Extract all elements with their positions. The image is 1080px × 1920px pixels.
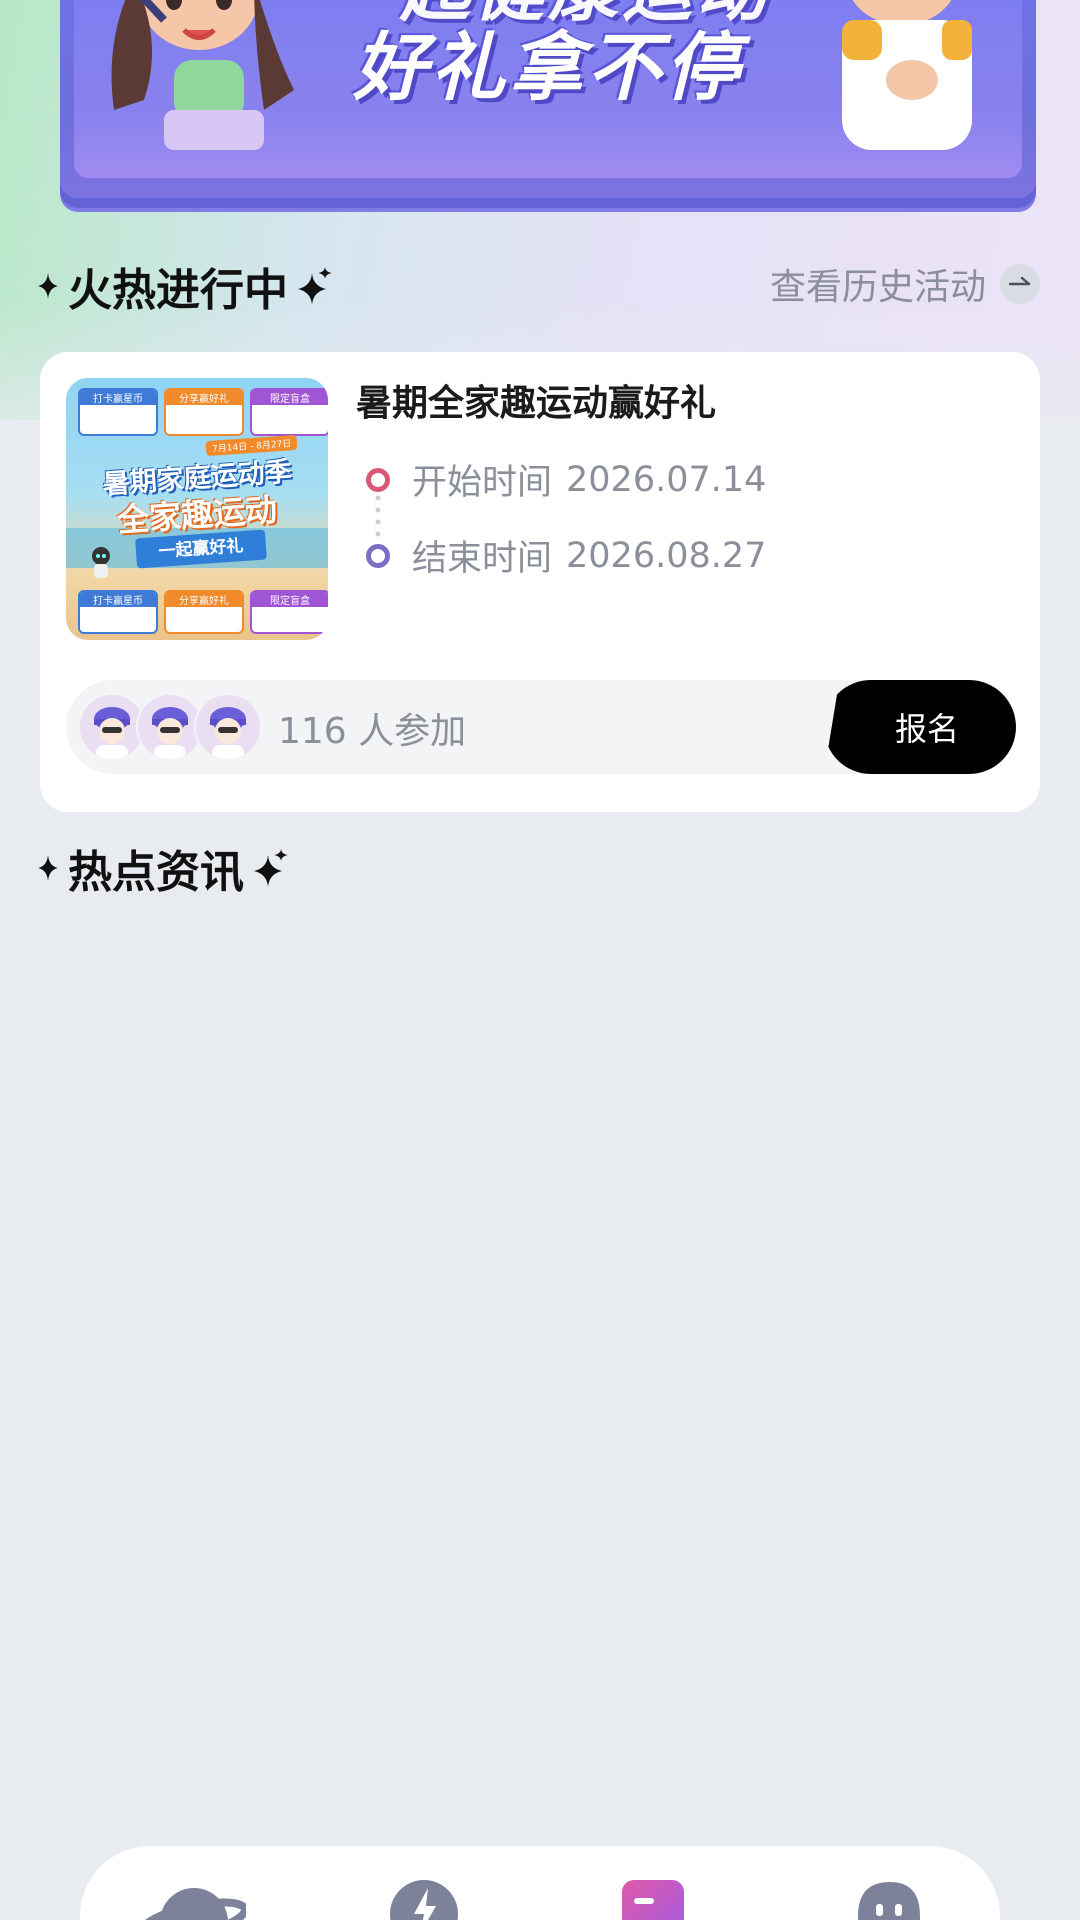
- thumb-chip: 限定盲盒: [252, 390, 328, 405]
- thumb-chip: 分享赢好礼: [166, 390, 242, 405]
- sparkle-icon: [38, 273, 58, 299]
- participation-bar: 116 人参加 报名: [66, 680, 1016, 774]
- thumb-bottom-chips: 打卡赢星币 分享赢好礼 限定盲盒: [78, 590, 328, 634]
- promo-banner[interactable]: 一起健康运动 好礼拿不停: [60, 0, 1036, 198]
- end-time-row: 结束时间 2026.08.27: [366, 530, 766, 581]
- history-link-label: 查看历史活动: [769, 267, 986, 308]
- news-section-header: 热点资讯: [38, 836, 288, 900]
- start-dot-icon: [366, 467, 390, 492]
- double-sparkle-icon: [254, 849, 288, 887]
- end-time-value: 2026.08.27: [566, 535, 767, 576]
- robot-icon[interactable]: [850, 1876, 924, 1920]
- start-time-value: 2026.07.14: [566, 459, 767, 500]
- thumb-top-chips: 打卡赢星币 分享赢好礼 限定盲盒: [78, 388, 328, 436]
- hot-section-header: 火热进行中: [38, 254, 332, 318]
- activity-thumbnail: 打卡赢星币 分享赢好礼 限定盲盒 7月14日 - 8月27日 暑期家庭运动季 全…: [66, 378, 328, 640]
- thumb-chip: 打卡赢星币: [80, 592, 156, 607]
- bottom-navigation: [80, 1846, 1000, 1920]
- activity-title: 暑期全家趣运动赢好礼: [356, 383, 717, 424]
- banner-inner: 一起健康运动 好礼拿不停: [74, 0, 1022, 178]
- participants-count: 116 人参加: [278, 711, 467, 752]
- thumb-chip: 限定盲盒: [252, 592, 328, 607]
- thumb-chip: 分享赢好礼: [166, 592, 242, 607]
- history-activities-link[interactable]: 查看历史活动: [770, 258, 1040, 310]
- arrow-right-icon: [1000, 264, 1040, 304]
- robot-mascot-icon: [92, 547, 110, 578]
- document-icon[interactable]: [620, 1876, 686, 1920]
- planet-icon[interactable]: [142, 1876, 246, 1920]
- banner-boy-illustration: [842, 0, 972, 150]
- avatar: [194, 693, 262, 761]
- thumb-chip: 打卡赢星币: [80, 390, 156, 405]
- hot-section-title: 火热进行中: [68, 265, 288, 316]
- end-time-label: 结束时间: [412, 539, 553, 579]
- start-time-row: 开始时间 2026.07.14: [366, 454, 766, 505]
- double-sparkle-icon: [298, 267, 332, 305]
- start-time-label: 开始时间: [412, 463, 553, 503]
- lightning-icon[interactable]: [388, 1876, 460, 1920]
- activity-card[interactable]: 打卡赢星币 分享赢好礼 限定盲盒 7月14日 - 8月27日 暑期家庭运动季 全…: [40, 352, 1040, 812]
- news-section-title: 热点资讯: [68, 847, 244, 898]
- sparkle-icon: [38, 855, 58, 881]
- end-dot-icon: [366, 543, 390, 568]
- signup-button[interactable]: 报名: [824, 680, 1016, 774]
